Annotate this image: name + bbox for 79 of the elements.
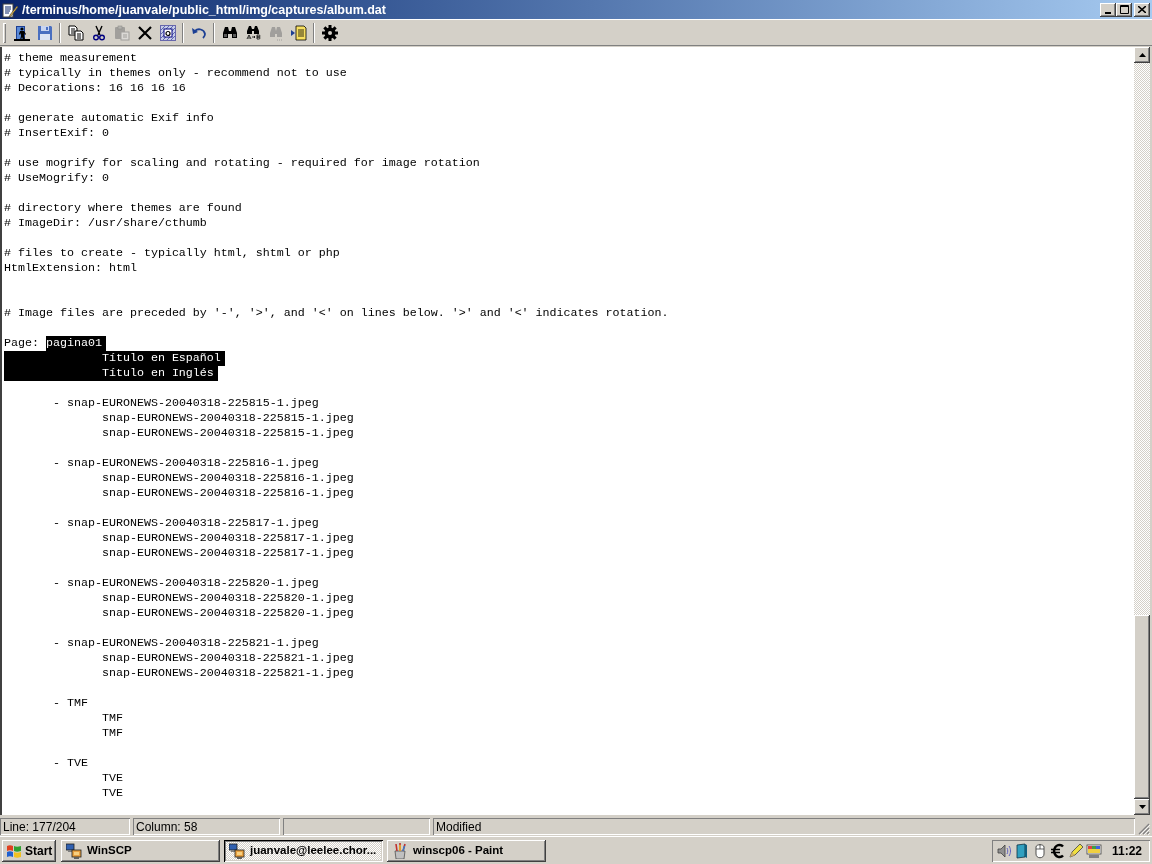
text-editor-field[interactable] <box>2 47 1134 815</box>
code-line: snap-EURONEWS-20040318-225817-1.jpeg <box>101 546 354 561</box>
code-line: Page: <box>4 336 40 351</box>
scrollbar-thumb[interactable] <box>1134 615 1150 799</box>
euro-icon <box>1050 842 1066 859</box>
computers-icon <box>229 843 245 859</box>
x-icon <box>136 24 153 41</box>
code-line: - snap-EURONEWS-20040318-225820-1.jpeg <box>52 576 319 591</box>
code-line: - snap-EURONEWS-20040318-225816-1.jpeg <box>52 456 319 471</box>
code-line: snap-EURONEWS-20040318-225815-1.jpeg <box>101 411 354 426</box>
binoculars-icon <box>244 24 261 41</box>
code-line: snap-EURONEWS-20040318-225820-1.jpeg <box>101 591 354 606</box>
close-icon <box>1138 6 1146 13</box>
minimize-button[interactable] <box>1100 2 1116 17</box>
code-line: # directory where themes are found <box>4 201 242 216</box>
monitor-icon <box>1086 842 1102 859</box>
code-line: TMF <box>101 711 123 726</box>
scissors-icon <box>90 24 107 41</box>
window-title: /terminus/home/juanvale/public_html/img/captures/album.dat <box>22 1 386 18</box>
code-line: snap-EURONEWS-20040318-225821-1.jpeg <box>101 666 354 681</box>
go-to-line-icon <box>290 24 307 41</box>
code-line: # generate automatic Exif info <box>4 111 214 126</box>
code-line: TMF <box>101 726 123 741</box>
down-arrow-icon <box>1138 805 1146 809</box>
code-line: # Decorations: 16 16 16 16 <box>4 81 186 96</box>
code-line: # typically in themes only - recommend not to use <box>4 66 347 81</box>
code-line: # files to create - typically html, shtml or php <box>4 246 340 261</box>
minimize-icon <box>1105 11 1111 14</box>
status-modified: Modified <box>433 818 1135 835</box>
book-icon <box>1014 842 1030 859</box>
computers-icon <box>66 842 82 859</box>
scrollbar-track[interactable] <box>1134 47 1150 815</box>
code-line: # InsertExif: 0 <box>4 126 109 141</box>
door-icon <box>13 24 30 41</box>
close-button[interactable] <box>1134 2 1150 17</box>
paint-brushes-icon <box>392 842 408 859</box>
binoculars-icon <box>267 24 284 41</box>
code-line: snap-EURONEWS-20040318-225820-1.jpeg <box>101 606 354 621</box>
code-line: # UseMogrify: 0 <box>4 171 109 186</box>
select-all-icon <box>159 24 176 41</box>
up-arrow-icon <box>1138 53 1146 57</box>
status-line: Line: 177/204 <box>0 818 130 835</box>
code-line: - snap-EURONEWS-20040318-225821-1.jpeg <box>52 636 319 651</box>
mouse-icon <box>1032 842 1048 859</box>
start-button[interactable]: Start <box>2 839 56 862</box>
scroll-down-button[interactable] <box>1134 799 1150 815</box>
code-line: snap-EURONEWS-20040318-225821-1.jpeg <box>101 651 354 666</box>
status-column: Column: 58 <box>133 818 280 835</box>
code-line: - snap-EURONEWS-20040318-225817-1.jpeg <box>52 516 319 531</box>
code-line: snap-EURONEWS-20040318-225816-1.jpeg <box>101 471 354 486</box>
code-line: # theme measurement <box>4 51 137 66</box>
code-line: snap-EURONEWS-20040318-225817-1.jpeg <box>101 531 354 546</box>
copy-icon <box>67 24 84 41</box>
windows-flag-icon <box>6 842 22 859</box>
gear-icon <box>321 24 338 41</box>
maximize-button[interactable] <box>1116 2 1132 17</box>
code-line: - TVE <box>52 756 88 771</box>
binoculars-icon <box>221 24 238 41</box>
selected-text: pagina01 <box>46 336 106 351</box>
clipboard-icon <box>113 24 130 41</box>
code-line: - snap-EURONEWS-20040318-225815-1.jpeg <box>52 396 319 411</box>
code-line: TVE <box>101 771 123 786</box>
code-line: TVE <box>101 786 123 801</box>
code-line: HtmlExtension: html <box>4 261 137 276</box>
code-line: # use mogrify for scaling and rotating - required for image rotation <box>4 156 480 171</box>
taskbar-button[interactable]: juanvale@leelee.chor... <box>224 839 383 862</box>
taskbar-button[interactable]: winscp06 - Paint <box>387 839 546 862</box>
clock: 11:22 <box>1111 842 1142 860</box>
code-line: # ImageDir: /usr/share/cthumb <box>4 216 207 231</box>
pencil-icon <box>1068 842 1084 859</box>
code-line: snap-EURONEWS-20040318-225816-1.jpeg <box>101 486 354 501</box>
toolbar-grip[interactable] <box>3 22 6 43</box>
speaker-icon <box>996 842 1012 859</box>
code-line: - TMF <box>52 696 88 711</box>
maximize-icon <box>1119 5 1129 14</box>
scroll-up-button[interactable] <box>1134 47 1150 63</box>
code-line: snap-EURONEWS-20040318-225815-1.jpeg <box>101 426 354 441</box>
code-line: # Image files are preceded by '-', '>', and '<' on lines below. '>' and '<' indicates rotation. <box>4 306 669 321</box>
taskbar-button[interactable]: WinSCP <box>61 839 220 862</box>
